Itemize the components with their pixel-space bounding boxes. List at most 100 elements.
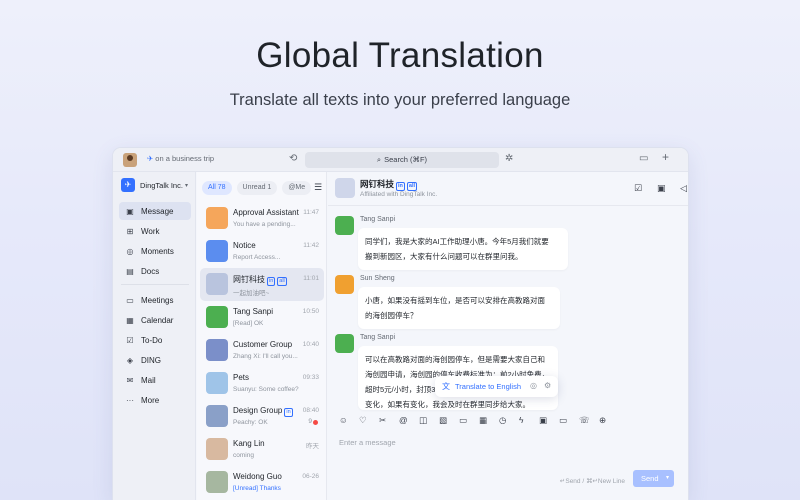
hero-subtitle: Translate all texts into your preferred … bbox=[229, 91, 571, 109]
translate-button[interactable]: Translate to English bbox=[455, 382, 521, 391]
message-bubble[interactable]: 小唐，如果没有摇到车位，是否可以安排在高教路对面 的海创园停车？ bbox=[358, 287, 560, 329]
unread-dot bbox=[313, 420, 318, 425]
speaker-icon[interactable]: ◁ bbox=[680, 183, 687, 194]
avatar[interactable] bbox=[335, 216, 354, 235]
screen-icon[interactable]: ▭ bbox=[639, 153, 648, 164]
filter-all[interactable]: All 78 bbox=[202, 181, 232, 195]
image-icon[interactable]: ▧ bbox=[439, 415, 447, 426]
notice-icon bbox=[206, 240, 228, 262]
status-text[interactable]: ✈ on a business trip bbox=[147, 154, 214, 163]
assistant-icon[interactable]: ✲ bbox=[505, 153, 513, 164]
moments-icon: ◎ bbox=[126, 246, 134, 256]
translate-icon: 文 bbox=[442, 382, 450, 391]
sidebar-item-todo[interactable]: ☑ To-Do bbox=[119, 331, 191, 349]
live-icon[interactable]: ▣ bbox=[539, 415, 547, 426]
chevron-down-icon: ▾ bbox=[184, 182, 188, 189]
conversation-subtitle: Affiliated with DingTalk Inc. bbox=[360, 191, 438, 198]
translate-popover[interactable]: 文 Translate to English ◎ ⚙ bbox=[435, 376, 558, 397]
thumbs-up-icon[interactable]: ♡ bbox=[359, 415, 367, 426]
send-button[interactable]: Send ▾ bbox=[633, 470, 674, 487]
sidebar-item-ding[interactable]: ◈ DING bbox=[119, 351, 191, 369]
send-hint: ↵Send / ⌘↵New Line bbox=[559, 478, 625, 485]
conversation-header: 网钉科技 in all Affiliated with DingTalk Inc. … bbox=[328, 172, 688, 206]
conversation-pane: 网钉科技 in all Affiliated with DingTalk Inc. … bbox=[328, 172, 688, 500]
group-avatar bbox=[206, 405, 228, 427]
group-avatar bbox=[206, 273, 228, 295]
org-name: DingTalk Inc. bbox=[140, 180, 183, 190]
search-input[interactable]: ⌕ Search (⌘F) bbox=[305, 152, 499, 168]
sidebar-item-more[interactable]: ··· More bbox=[119, 391, 191, 409]
chat-item-customer-group[interactable]: Customer Group Zhang Xi: I'll call you..… bbox=[200, 334, 324, 367]
avatar bbox=[206, 471, 228, 493]
doc-icon: ▤ bbox=[126, 266, 134, 276]
filter-at-me[interactable]: @Me bbox=[282, 181, 312, 195]
settings-icon[interactable]: ⚙ bbox=[544, 381, 551, 390]
left-sidebar: ✈ DingTalk Inc. ▾ ▣ Message ⊞ Work ◎ Moments… bbox=[113, 172, 196, 500]
add-icon[interactable]: + bbox=[662, 150, 669, 164]
filter-tabs: All 78 Unread 1 @Me bbox=[202, 181, 312, 195]
org-logo-icon: ✈ bbox=[121, 178, 135, 192]
chat-item-kang-lin[interactable]: Kang Lin coming 昨天 bbox=[200, 433, 324, 466]
ai-icon[interactable]: ◎ bbox=[530, 381, 537, 390]
chat-item-approval[interactable]: Approval Assistant You have a pending...… bbox=[200, 202, 324, 235]
app-window: ✈ on a business trip ⟲ ⌕ Search (⌘F) ✲ ▭ +… bbox=[113, 148, 688, 500]
org-switcher[interactable]: ✈ DingTalk Inc. ▾ bbox=[121, 178, 188, 192]
sidebar-item-moments[interactable]: ◎ Moments bbox=[119, 242, 191, 260]
mail-icon: ✉ bbox=[126, 375, 134, 385]
message-bubble[interactable]: 同学们，我是大家的AI工作助理小唐。今年5月我们就要 搬到新园区，大家有什么问题… bbox=[358, 228, 568, 270]
sticker-icon[interactable]: ◫ bbox=[419, 415, 427, 426]
more-icon: ··· bbox=[126, 395, 134, 405]
emoji-icon[interactable]: ☺ bbox=[339, 415, 348, 425]
message-icon: ▣ bbox=[126, 206, 134, 216]
video-icon[interactable]: ▭ bbox=[559, 415, 567, 426]
hero-title: Global Translation bbox=[256, 36, 544, 75]
avatar bbox=[206, 438, 228, 460]
message-sender: Tang Sanpi bbox=[360, 334, 396, 341]
avatar bbox=[206, 306, 228, 328]
calendar-icon[interactable]: ▦ bbox=[479, 415, 487, 426]
list-menu-icon[interactable]: ☰ bbox=[314, 182, 322, 193]
chat-item-tang-sanpi[interactable]: Tang Sanpi [Read] OK 10:50 bbox=[200, 301, 324, 334]
avatar[interactable] bbox=[335, 275, 354, 294]
live-icon[interactable]: ▣ bbox=[657, 183, 666, 194]
user-avatar[interactable] bbox=[123, 153, 137, 167]
at-icon[interactable]: @ bbox=[399, 415, 408, 425]
clock-icon[interactable]: ◷ bbox=[499, 415, 506, 426]
search-icon: ⌕ bbox=[376, 155, 382, 164]
sidebar-item-mail[interactable]: ✉ Mail bbox=[119, 371, 191, 389]
calendar-icon: ▦ bbox=[126, 315, 134, 325]
phone-icon[interactable]: ☏ bbox=[579, 415, 590, 426]
top-bar: ✈ on a business trip ⟲ ⌕ Search (⌘F) ✲ ▭ + bbox=[113, 148, 688, 172]
sidebar-item-calendar[interactable]: ▦ Calendar bbox=[119, 311, 191, 329]
message-input[interactable]: Enter a message ↵Send / ⌘↵New Line Send ▾ bbox=[328, 430, 688, 500]
grid-icon: ⊞ bbox=[126, 226, 134, 236]
ding-icon[interactable]: ϟ bbox=[519, 415, 524, 425]
conversation-title[interactable]: 网钉科技 in all bbox=[360, 178, 418, 191]
chat-item-weidong-guo[interactable]: Weidong Guo [Unread] Thanks 06-26 bbox=[200, 466, 324, 499]
chat-item-notice[interactable]: Notice Report Access... 11:42 bbox=[200, 235, 324, 268]
todo-icon: ☑ bbox=[126, 335, 134, 345]
sidebar-item-docs[interactable]: ▤ Docs bbox=[119, 262, 191, 280]
filter-unread[interactable]: Unread 1 bbox=[236, 181, 278, 195]
avatar[interactable] bbox=[335, 334, 354, 353]
ding-icon: ◈ bbox=[126, 355, 134, 365]
nav-divider bbox=[121, 284, 189, 285]
scissors-icon[interactable]: ✂ bbox=[379, 415, 386, 426]
chat-item-pets[interactable]: Pets Suanyu: Some coffee? 09:33 bbox=[200, 367, 324, 400]
chat-item-design-group[interactable]: Design Group in Peachy: OK 08:40 9 bbox=[200, 400, 324, 433]
chat-list: All 78 Unread 1 @Me ☰ Approval Assistant… bbox=[197, 172, 327, 500]
approval-icon bbox=[206, 207, 228, 229]
chevron-down-icon: ▾ bbox=[665, 475, 669, 481]
sidebar-item-message[interactable]: ▣ Message bbox=[119, 202, 191, 220]
folder-icon[interactable]: ▭ bbox=[459, 415, 467, 426]
more-icon[interactable]: ⊕ bbox=[599, 415, 606, 426]
chat-item-wangding[interactable]: 网钉科技 in all 一起加油吧~ 11:01 bbox=[200, 268, 324, 301]
message-sender: Tang Sanpi bbox=[360, 216, 396, 223]
avatar bbox=[206, 372, 228, 394]
plane-icon: ✈ bbox=[147, 154, 154, 163]
group-avatar[interactable] bbox=[335, 178, 355, 198]
task-icon[interactable]: ☑ bbox=[634, 183, 642, 194]
history-icon[interactable]: ⟲ bbox=[289, 153, 297, 164]
sidebar-item-work[interactable]: ⊞ Work bbox=[119, 222, 191, 240]
sidebar-item-meetings[interactable]: ▭ Meetings bbox=[119, 291, 191, 309]
